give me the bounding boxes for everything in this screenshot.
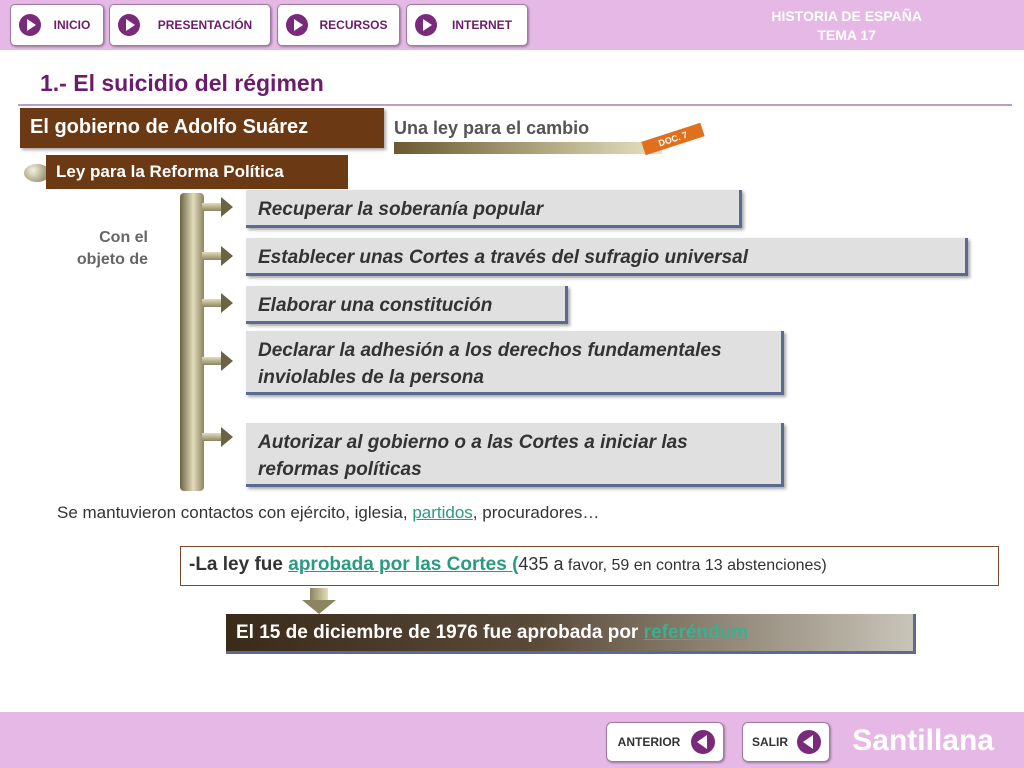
nav-inicio-button[interactable]: INICIO xyxy=(10,4,104,46)
unit-label: TEMA 17 xyxy=(817,27,876,43)
subheading: Ley para la Reforma Política xyxy=(46,155,348,189)
nav-inicio-label: INICIO xyxy=(53,18,91,32)
doc-button[interactable]: DOC. 7 xyxy=(641,122,705,156)
law-heading-bar xyxy=(394,142,662,154)
contacts-suffix: , procuradores… xyxy=(472,503,600,522)
page-title: 1.- El suicidio del régimen xyxy=(40,70,324,96)
approval-rest: favor, 59 en contra 13 abstenciones) xyxy=(563,557,827,574)
anterior-label: ANTERIOR xyxy=(617,735,681,749)
referendum-bar: El 15 de diciembre de 1976 fue aprobada … xyxy=(226,614,916,654)
nav-presentacion-label: PRESENTACIÓN xyxy=(157,18,253,32)
nav-presentacion-button[interactable]: PRESENTACIÓN xyxy=(109,4,271,46)
approval-prefix: -La ley fue xyxy=(189,554,289,575)
objective-intro-line2: objeto de xyxy=(76,251,148,268)
brand-logo: Santillana xyxy=(852,724,994,757)
approval-box: -La ley fue aprobada por las Cortes (435… xyxy=(180,546,999,586)
contacts-text: Se mantuvieron contactos con ejército, i… xyxy=(57,503,599,523)
back-arrow-icon xyxy=(797,730,821,754)
salir-button[interactable]: SALIR xyxy=(742,722,830,762)
course-header: HISTORIA DE ESPAÑA TEMA 17 xyxy=(771,7,922,45)
contacts-prefix: Se mantuvieron contactos con ejército, i… xyxy=(57,503,413,522)
salir-label: SALIR xyxy=(752,735,788,749)
arrow-right-icon xyxy=(202,246,233,266)
bracket-connector xyxy=(180,193,204,491)
back-arrow-icon xyxy=(691,730,715,754)
section-heading: El gobierno de Adolfo Suárez xyxy=(20,108,384,148)
objective-box: Declarar la adhesión a los derechos fund… xyxy=(246,331,784,395)
title-divider xyxy=(18,104,1012,106)
arrow-right-icon xyxy=(202,351,233,371)
referendum-link[interactable]: referéndum xyxy=(644,622,749,643)
play-icon xyxy=(118,14,140,36)
law-heading: Una ley para el cambio xyxy=(394,118,590,138)
objective-intro: Con el objeto de xyxy=(60,227,148,271)
partidos-link[interactable]: partidos xyxy=(412,503,472,522)
referendum-prefix: El 15 de diciembre de 1976 fue xyxy=(236,622,517,643)
objective-box: Establecer unas Cortes a través del sufr… xyxy=(246,238,968,276)
subject-label: HISTORIA DE ESPAÑA xyxy=(771,8,922,24)
play-icon xyxy=(286,14,308,36)
anterior-button[interactable]: ANTERIOR xyxy=(606,722,724,762)
play-icon xyxy=(19,14,41,36)
arrow-right-icon xyxy=(202,197,233,217)
nav-recursos-button[interactable]: RECURSOS xyxy=(277,4,400,46)
objective-box: Recuperar la soberanía popular xyxy=(246,190,742,228)
approval-link[interactable]: aprobada por las Cortes ( xyxy=(288,554,518,575)
objective-intro-line1: Con el xyxy=(99,229,148,246)
approval-count: 435 a xyxy=(518,554,564,574)
arrow-right-icon xyxy=(202,293,233,313)
objective-box: Autorizar al gobierno o a las Cortes a i… xyxy=(246,423,784,487)
arrow-right-icon xyxy=(202,427,233,447)
nav-recursos-label: RECURSOS xyxy=(319,18,388,32)
nav-internet-label: INTERNET xyxy=(452,18,512,32)
play-icon xyxy=(415,14,437,36)
objective-box: Elaborar una constitución xyxy=(246,286,568,324)
nav-internet-button[interactable]: INTERNET xyxy=(406,4,528,46)
referendum-middle: aprobada por xyxy=(516,622,644,643)
arrow-down-icon xyxy=(302,588,336,616)
